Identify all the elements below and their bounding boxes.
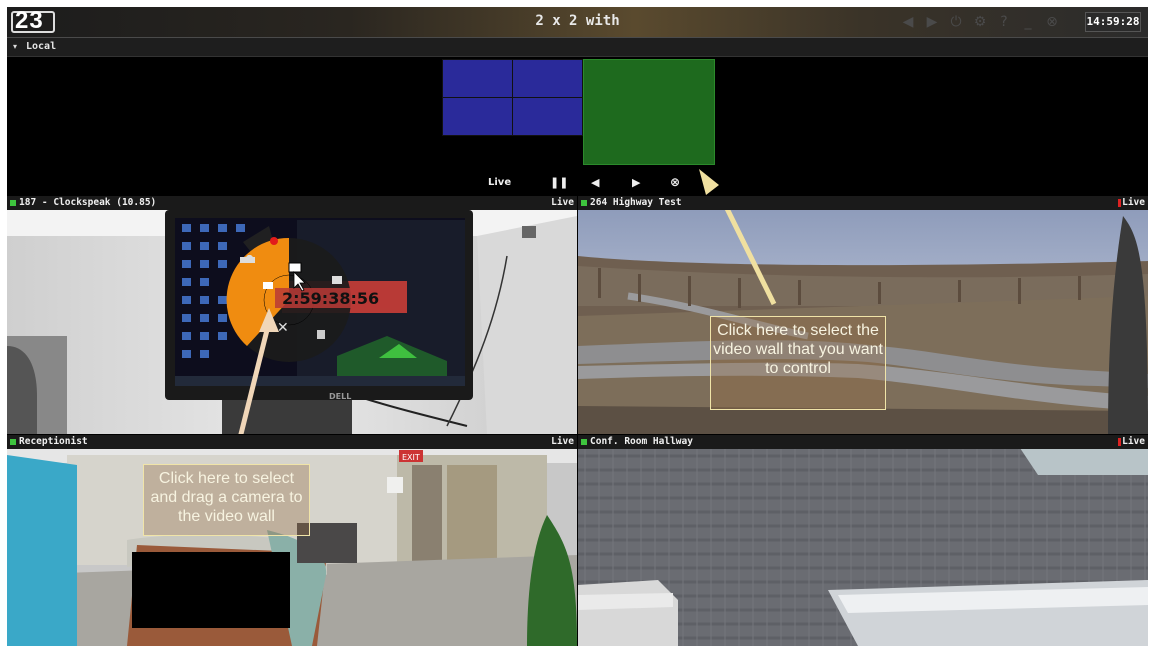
exit-sign: EXIT xyxy=(402,453,420,462)
camera-feed-conf-room-hallway xyxy=(578,435,1148,646)
clock: 14:59:28 xyxy=(1085,12,1141,32)
video-wall-selected[interactable] xyxy=(583,59,715,165)
video-wall-area: Live ❚❚ ◀ ▶ ⊗ xyxy=(7,58,1148,195)
status-indicator-icon xyxy=(581,439,587,445)
camera-name: 264 Highway Test xyxy=(590,197,682,208)
status-indicator-icon xyxy=(10,439,16,445)
next-icon[interactable]: ▶ xyxy=(924,14,940,30)
settings-icon[interactable]: ⚙ xyxy=(972,14,988,30)
local-section-label: Local xyxy=(26,41,57,52)
live-badge: Live xyxy=(551,436,574,447)
monitor-brand: DELL xyxy=(329,392,351,401)
help-icon[interactable]: ? xyxy=(996,14,1012,30)
recording-indicator-icon xyxy=(1118,438,1121,446)
collapse-arrow-icon[interactable]: ▾ xyxy=(13,42,17,51)
camera-name: 187 - Clockspeak (10.85) xyxy=(19,197,157,208)
video-wall-monitor-3[interactable] xyxy=(442,97,513,136)
camera-tile-conf-room-hallway[interactable]: Conf. Room Hallway Live xyxy=(578,435,1148,646)
prev-icon[interactable]: ◀ xyxy=(900,14,916,30)
tile-header: 264 Highway Test Live xyxy=(578,196,1148,210)
local-section-header[interactable]: ▾ Local xyxy=(7,38,1148,57)
disconnect-icon[interactable]: ⊗ xyxy=(670,175,680,189)
video-wall-monitor-2[interactable] xyxy=(512,59,583,98)
status-indicator-icon xyxy=(581,200,587,206)
live-badge: Live xyxy=(551,197,574,208)
title-bar: 23 2 x 2 with ◀ ▶ ⏻ ⚙ ? _ ⊗ 14:59:28 xyxy=(7,7,1148,38)
title-bar-controls: ◀ ▶ ⏻ ⚙ ? _ ⊗ xyxy=(900,12,1060,32)
video-wall-monitor-1[interactable] xyxy=(442,59,513,98)
recording-indicator-icon xyxy=(1118,199,1121,207)
live-badge: Live xyxy=(1122,436,1145,447)
pause-icon[interactable]: ❚❚ xyxy=(550,176,568,189)
wall-live-button[interactable]: Live xyxy=(488,177,511,188)
tile-header: Receptionist Live xyxy=(7,435,577,449)
minimize-icon[interactable]: _ xyxy=(1020,14,1036,30)
tile-header: Conf. Room Hallway Live xyxy=(578,435,1148,449)
video-wall-callout: Click here to select the video wall that… xyxy=(710,316,886,410)
power-icon[interactable]: ⏻ xyxy=(948,14,964,30)
close-icon[interactable]: ⊗ xyxy=(1044,14,1060,30)
live-badge: Live xyxy=(1122,197,1145,208)
video-wall-monitor-4[interactable] xyxy=(512,97,583,136)
status-indicator-icon xyxy=(10,200,16,206)
radial-menu[interactable] xyxy=(227,238,351,362)
tile-header: 187 - Clockspeak (10.85) Live xyxy=(7,196,577,210)
next-icon[interactable]: ▶ xyxy=(632,176,640,189)
camera-callout: Click here to select and drag a camera t… xyxy=(143,464,310,536)
camera-name: Conf. Room Hallway xyxy=(590,436,693,447)
app-window: 23 2 x 2 with ◀ ▶ ⏻ ⚙ ? _ ⊗ 14:59:28 ▾ L… xyxy=(7,7,1148,646)
camera-tile-clockspeak[interactable]: 187 - Clockspeak (10.85) Live ✕ 2:59:38:… xyxy=(7,196,577,434)
camera-name: Receptionist xyxy=(19,436,88,447)
previous-icon[interactable]: ◀ xyxy=(591,176,599,189)
